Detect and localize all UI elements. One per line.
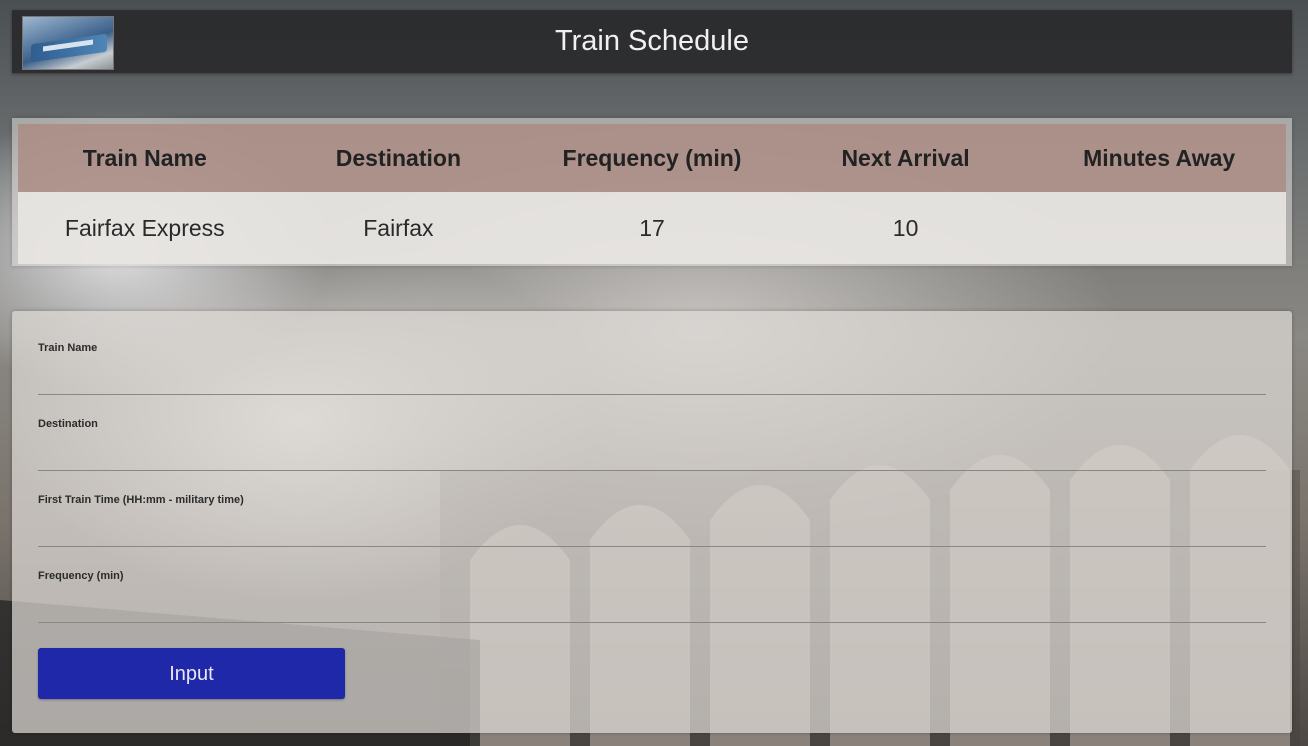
table-header-row: Train Name Destination Frequency (min) N… [18, 124, 1286, 192]
cell-next-arrival: 10 [892, 214, 919, 241]
frequency-field-group: Frequency (min) [38, 570, 1266, 630]
column-header-train-name: Train Name [82, 144, 207, 171]
schedule-table-card: Train Name Destination Frequency (min) N… [12, 118, 1292, 266]
cell-train-name: Fairfax Express [64, 214, 225, 241]
frequency-input[interactable] [38, 592, 1266, 623]
add-train-form: Train Name Destination First Train Time … [12, 311, 1292, 733]
schedule-table: Train Name Destination Frequency (min) N… [18, 124, 1286, 264]
cell-frequency: 17 [639, 214, 665, 241]
train-name-input[interactable] [38, 364, 1266, 395]
train-name-label: Train Name [38, 342, 98, 354]
cell-minutes-away [1032, 192, 1286, 264]
destination-field-group: Destination [38, 418, 1266, 478]
column-header-next-arrival: Next Arrival [841, 144, 970, 171]
column-header-minutes-away: Minutes Away [1083, 144, 1236, 171]
destination-input[interactable] [38, 440, 1266, 471]
column-header-destination: Destination [335, 144, 461, 171]
page-title: Train Schedule [555, 25, 749, 57]
first-train-time-label: First Train Time (HH:mm - military time) [38, 494, 244, 506]
app-header: Train Schedule [12, 10, 1292, 73]
column-header-frequency: Frequency (min) [562, 144, 742, 171]
destination-label: Destination [38, 418, 98, 430]
input-submit-button[interactable]: Input [38, 648, 345, 699]
first-train-time-input[interactable] [38, 516, 1266, 547]
frequency-label: Frequency (min) [38, 570, 124, 582]
first-train-time-field-group: First Train Time (HH:mm - military time) [38, 494, 1266, 554]
cell-destination: Fairfax [363, 214, 434, 241]
table-row: Fairfax Express Fairfax 17 10 [18, 192, 1286, 264]
train-name-field-group: Train Name [38, 342, 1266, 402]
